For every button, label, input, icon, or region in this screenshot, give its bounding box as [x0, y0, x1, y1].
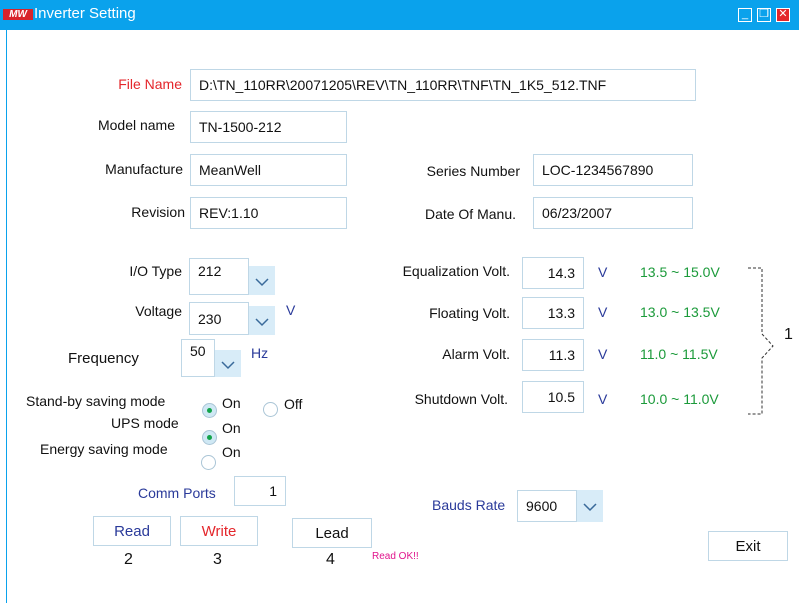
standby-on-radio[interactable]	[202, 403, 217, 418]
alarm-volt-label: Alarm Volt.	[442, 346, 510, 362]
revision-label: Revision	[131, 204, 185, 220]
minimize-icon[interactable]: _	[738, 8, 752, 22]
alarm-volt-unit: V	[598, 346, 608, 362]
series-number-field[interactable]: LOC-1234567890	[533, 154, 693, 186]
shutdown-volt-field[interactable]: 10.5	[522, 381, 584, 413]
comm-ports-field[interactable]: 1	[234, 476, 286, 506]
close-icon[interactable]: ✕	[776, 8, 790, 22]
equalization-volt-unit: V	[598, 264, 608, 280]
ups-mode-label: UPS mode	[111, 415, 179, 431]
title-bar: MW Inverter Setting _ ❐ ✕	[0, 0, 799, 30]
manufacture-label: Manufacture	[105, 161, 183, 177]
ups-on-label: On	[222, 420, 241, 436]
frequency-dropdown-button[interactable]	[215, 350, 241, 377]
standby-off-label: Off	[284, 396, 303, 412]
meanwell-logo: MW	[3, 9, 33, 20]
floating-volt-field[interactable]: 13.3	[522, 297, 584, 329]
voltage-group-number: 1	[784, 326, 793, 343]
read-button[interactable]: Read	[93, 516, 171, 546]
restore-icon[interactable]: ❐	[757, 8, 771, 22]
chevron-down-icon	[255, 318, 269, 327]
energy-on-radio[interactable]	[201, 455, 216, 470]
standby-on-label: On	[222, 395, 241, 411]
ups-on-radio[interactable]	[202, 430, 217, 445]
bauds-rate-select[interactable]: 9600	[517, 490, 577, 522]
frequency-select[interactable]: 50	[181, 339, 215, 377]
voltage-unit: V	[286, 302, 296, 318]
window-title: Inverter Setting	[34, 5, 136, 22]
chevron-down-icon	[221, 361, 235, 370]
equalization-volt-label: Equalization Volt.	[402, 263, 510, 279]
window-left-border	[6, 30, 7, 603]
revision-field[interactable]: REV:1.10	[190, 197, 347, 229]
floating-volt-label: Floating Volt.	[429, 305, 510, 321]
bauds-rate-label: Bauds Rate	[432, 497, 506, 513]
frequency-label: Frequency	[68, 350, 139, 367]
shutdown-volt-range: 10.0 ~ 11.0V	[640, 391, 719, 407]
chevron-down-icon	[255, 278, 269, 287]
standby-saving-mode-label: Stand-by saving mode	[26, 393, 166, 409]
lead-step-number: 4	[326, 551, 335, 568]
standby-off-radio[interactable]	[263, 402, 278, 417]
read-step-number: 2	[124, 551, 133, 568]
energy-saving-mode-label: Energy saving mode	[40, 441, 168, 457]
shutdown-volt-unit: V	[598, 391, 608, 407]
manufacture-field[interactable]: MeanWell	[190, 154, 347, 186]
floating-volt-unit: V	[598, 304, 608, 320]
voltage-select[interactable]: 230	[189, 302, 249, 335]
energy-on-label: On	[222, 444, 241, 460]
model-name-field[interactable]: TN-1500-212	[190, 111, 347, 143]
date-of-manu-label: Date Of Manu.	[424, 206, 516, 222]
equalization-volt-field[interactable]: 14.3	[522, 257, 584, 289]
voltage-group-bracket	[748, 267, 774, 415]
lead-button[interactable]: Lead	[292, 518, 372, 548]
io-type-label: I/O Type	[129, 263, 182, 279]
write-button[interactable]: Write	[180, 516, 258, 546]
bauds-rate-dropdown-button[interactable]	[577, 490, 603, 522]
floating-volt-range: 13.0 ~ 13.5V	[640, 304, 720, 320]
frequency-unit: Hz	[251, 345, 269, 361]
shutdown-volt-label: Shutdown Volt.	[414, 391, 508, 407]
equalization-volt-range: 13.5 ~ 15.0V	[640, 264, 720, 280]
series-number-label: Series Number	[426, 163, 520, 179]
date-of-manu-field[interactable]: 06/23/2007	[533, 197, 693, 229]
alarm-volt-range: 11.0 ~ 11.5V	[640, 346, 718, 362]
chevron-down-icon	[583, 503, 597, 512]
alarm-volt-field[interactable]: 11.3	[522, 339, 584, 371]
file-name-label: File Name	[118, 76, 182, 92]
exit-button[interactable]: Exit	[708, 531, 788, 561]
io-type-dropdown-button[interactable]	[249, 266, 275, 295]
comm-ports-label: Comm Ports	[138, 485, 216, 501]
voltage-dropdown-button[interactable]	[249, 306, 275, 335]
status-message: Read OK!!	[372, 551, 419, 562]
model-name-label: Model name	[97, 117, 175, 133]
write-step-number: 3	[213, 551, 222, 568]
io-type-select[interactable]: 212	[189, 258, 249, 295]
voltage-label: Voltage	[135, 303, 182, 319]
file-name-field[interactable]: D:\TN_110RR\20071205\REV\TN_110RR\TNF\TN…	[190, 69, 696, 101]
